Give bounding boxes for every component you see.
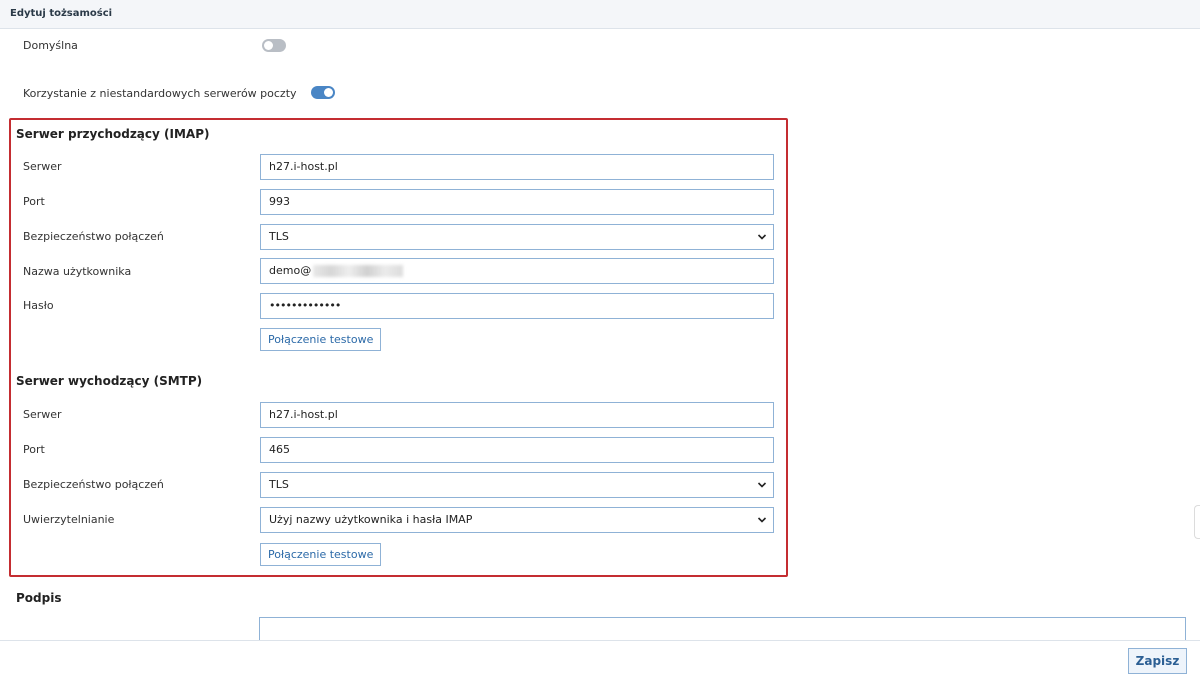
smtp-server-value: h27.i-host.pl — [269, 408, 338, 421]
imap-password-value: ••••••••••••• — [269, 299, 341, 312]
smtp-security-select[interactable]: TLS — [260, 472, 774, 498]
imap-test-connection-button[interactable]: Połączenie testowe — [260, 328, 382, 351]
imap-server-input[interactable]: h27.i-host.pl — [260, 154, 774, 180]
imap-server-value: h27.i-host.pl — [269, 160, 338, 173]
smtp-security-label: Bezpieczeństwo połączeń — [23, 478, 164, 491]
panel-header: Edytuj tożsamości — [0, 0, 1200, 29]
save-button[interactable]: Zapisz — [1128, 648, 1187, 674]
smtp-server-input[interactable]: h27.i-host.pl — [260, 402, 774, 428]
redacted-blur — [313, 265, 404, 277]
smtp-security-value: TLS — [269, 478, 289, 491]
toggle-knob — [324, 88, 333, 97]
smtp-section-title: Serwer wychodzący (SMTP) — [16, 374, 203, 388]
custom-servers-toggle[interactable] — [311, 86, 335, 99]
custom-servers-label: Korzystanie z niestandardowych serwerów … — [23, 87, 297, 100]
imap-username-label: Nazwa użytkownika — [23, 265, 132, 278]
chevron-down-icon — [757, 225, 767, 249]
footer-bar: Zapisz — [0, 640, 1200, 684]
side-panel-handle[interactable] — [1194, 505, 1200, 539]
smtp-test-connection-button[interactable]: Połączenie testowe — [260, 543, 382, 566]
signature-title: Podpis — [16, 591, 62, 605]
default-label: Domyślna — [23, 39, 78, 52]
imap-port-value: 993 — [269, 195, 290, 208]
imap-username-input[interactable]: demo@ — [260, 258, 774, 284]
imap-section-title: Serwer przychodzący (IMAP) — [16, 127, 210, 141]
smtp-auth-select[interactable]: Użyj nazwy użytkownika i hasła IMAP — [260, 507, 774, 533]
smtp-auth-value: Użyj nazwy użytkownika i hasła IMAP — [269, 513, 473, 526]
default-toggle[interactable] — [262, 39, 286, 52]
chevron-down-icon — [757, 508, 767, 532]
toggle-knob — [264, 41, 273, 50]
imap-security-value: TLS — [269, 230, 289, 243]
imap-server-label: Serwer — [23, 160, 62, 173]
imap-password-input[interactable]: ••••••••••••• — [260, 293, 774, 319]
smtp-auth-label: Uwierzytelnianie — [23, 513, 115, 526]
imap-port-input[interactable]: 993 — [260, 189, 774, 215]
imap-security-label: Bezpieczeństwo połączeń — [23, 230, 164, 243]
chevron-down-icon — [757, 473, 767, 497]
smtp-port-input[interactable]: 465 — [260, 437, 774, 463]
imap-username-value: demo@ — [269, 264, 312, 277]
smtp-test-connection-label: Połączenie testowe — [268, 548, 374, 561]
smtp-port-label: Port — [23, 443, 45, 456]
imap-port-label: Port — [23, 195, 45, 208]
imap-security-select[interactable]: TLS — [260, 224, 774, 250]
panel-title: Edytuj tożsamości — [10, 8, 113, 19]
smtp-server-label: Serwer — [23, 408, 62, 421]
smtp-port-value: 465 — [269, 443, 290, 456]
imap-password-label: Hasło — [23, 299, 54, 312]
imap-test-connection-label: Połączenie testowe — [268, 333, 374, 346]
save-button-label: Zapisz — [1135, 654, 1180, 668]
